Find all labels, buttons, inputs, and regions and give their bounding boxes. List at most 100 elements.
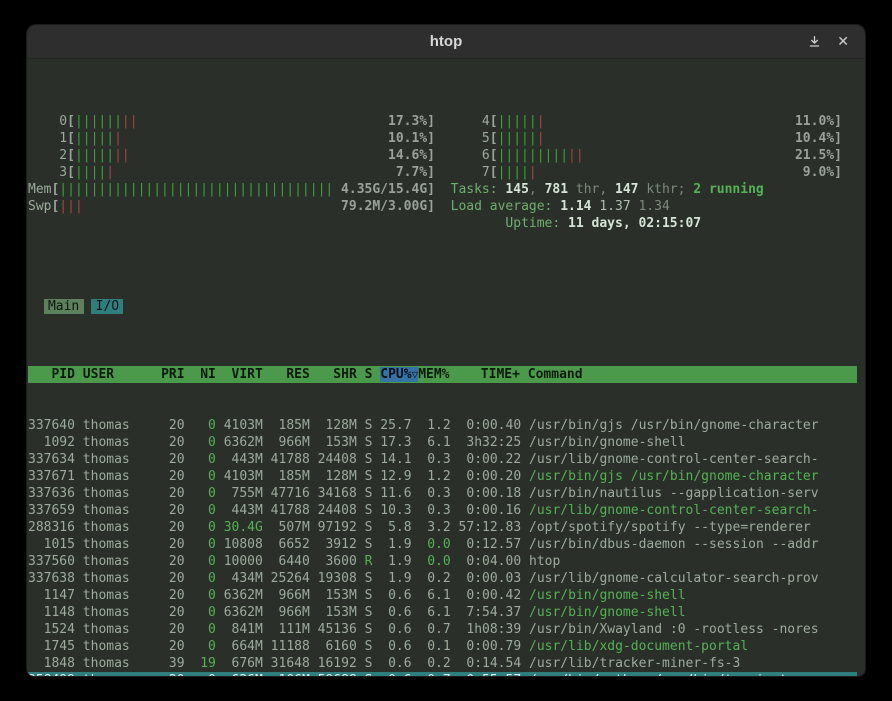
column-header-mem[interactable]: MEM% (418, 367, 457, 382)
cell-virt: 4103M (224, 469, 271, 484)
cell-shr: 3600 (318, 554, 365, 569)
cell-ni: 0 (192, 639, 223, 654)
process-row-337634[interactable]: 337634 thomas 20 0 443M 41788 24408 S 14… (28, 451, 857, 468)
process-row-1015[interactable]: 1015 thomas 20 0 10808 6652 3912 S 1.9 0… (28, 536, 857, 553)
info-text: ; (678, 182, 694, 197)
cell-pid: 337659 (28, 503, 83, 518)
info-text: 781 (545, 182, 568, 197)
column-header-res[interactable]: RES (271, 367, 318, 382)
meter-value: 10.1% (388, 130, 427, 147)
cell-cpu: 1.9 (380, 571, 419, 586)
column-header-pri[interactable]: PRI (161, 367, 192, 382)
cell-pri: 20 (161, 520, 192, 535)
info-text: 147 (615, 182, 638, 197)
cell-user: thomas (83, 435, 161, 450)
cell-shr: 19308 (318, 571, 365, 586)
cell-s: S (365, 639, 381, 654)
cell-s: S (365, 537, 381, 552)
column-header-cmd[interactable]: Command (528, 367, 818, 382)
column-header-s[interactable]: S (365, 367, 381, 382)
process-row-1147[interactable]: 1147 thomas 20 0 6362M 966M 153M S 0.6 6… (28, 587, 857, 604)
cell-cpu: 0.6 (380, 588, 419, 603)
cell-s: S (365, 452, 381, 467)
meter-value: 79.2M/3.00G (341, 198, 427, 215)
cell-pri: 20 (161, 503, 192, 518)
process-row-337671[interactable]: 337671 thomas 20 0 4103M 185M 128M S 12.… (28, 468, 857, 485)
cell-ni: 0 (192, 622, 223, 637)
info-text: Tasks: (451, 182, 506, 197)
cell-cpu: 1.9 (380, 537, 419, 552)
cell-user: thomas (83, 503, 161, 518)
meter-bracket: ] (834, 130, 842, 147)
cell-res: 966M (271, 588, 318, 603)
cell-pid: 337636 (28, 486, 83, 501)
cell-mem: 3.2 (419, 520, 458, 535)
cell-mem: 0.2 (419, 656, 458, 671)
meter-bars: ||||||||| (498, 147, 568, 164)
cell-mem: 0.0 (419, 554, 458, 569)
meter-value: 17.3% (388, 113, 427, 130)
meter-bars: ||||| (75, 130, 114, 147)
info-text: thr (568, 182, 599, 197)
htop-terminal[interactable]: 0[||||||||17.3%]4[||||||11.0%]1[||||||10… (27, 59, 865, 677)
process-row-337560[interactable]: 337560 thomas 20 0 10000 6440 3600 R 1.9… (28, 553, 857, 570)
process-row-1524[interactable]: 1524 thomas 20 0 841M 111M 45136 S 0.6 0… (28, 621, 857, 638)
column-header-time[interactable]: TIME+ (457, 367, 527, 382)
cell-pid: 1745 (28, 639, 83, 654)
column-header-pid[interactable]: PID (28, 367, 83, 382)
process-row-1148[interactable]: 1148 thomas 20 0 6362M 966M 153M S 0.6 6… (28, 604, 857, 621)
column-header-user[interactable]: USER (83, 367, 161, 382)
cell-ni: 0 (192, 537, 223, 552)
cell-virt: 626M (224, 673, 271, 677)
cell-user: thomas (83, 622, 161, 637)
cell-time: 3h32:25 (459, 435, 529, 450)
info-text: 1.37 (599, 199, 638, 214)
meter-bracket: [ (67, 113, 75, 130)
cpu6-meter: 6[|||||||||||21.5%] (451, 147, 842, 164)
tab-io[interactable]: I/O (91, 299, 123, 314)
cell-time: 0:00.20 (459, 469, 529, 484)
process-row-337638[interactable]: 337638 thomas 20 0 434M 25264 19308 S 1.… (28, 570, 857, 587)
cell-res: 41788 (271, 503, 318, 518)
cell-ni: 0 (192, 503, 223, 518)
process-row-1848[interactable]: 1848 thomas 39 19 676M 31648 16192 S 0.6… (28, 655, 857, 672)
meter-bracket: [ (51, 198, 59, 215)
meter-bracket: ] (427, 164, 435, 181)
meter-bars: || (114, 147, 130, 164)
titlebar-actions: ✕ (808, 35, 865, 49)
process-row-337636[interactable]: 337636 thomas 20 0 755M 47716 34168 S 11… (28, 485, 857, 502)
cell-cpu: 0.6 (380, 639, 419, 654)
cell-time: 0:00.40 (459, 418, 529, 433)
meter-bracket: ] (834, 147, 842, 164)
meter-bracket: ] (427, 113, 435, 130)
cell-res: 11188 (271, 639, 318, 654)
process-row-1092[interactable]: 1092 thomas 20 0 6362M 966M 153M S 17.3 … (28, 434, 857, 451)
cell-user: thomas (83, 452, 161, 467)
meter-bars: ||||||||||||||||||||||||||||||||||| (59, 181, 333, 198)
cell-res: 6440 (271, 554, 318, 569)
meter-bars: | (106, 164, 114, 181)
process-row-337640[interactable]: 337640 thomas 20 0 4103M 185M 128M S 25.… (28, 417, 857, 434)
process-row-258499[interactable]: 258499 thomas 20 0 626M 106M 59688 S 0.6… (28, 672, 857, 677)
cell-pid: 258499 (28, 673, 83, 677)
cell-pid: 1015 (28, 537, 83, 552)
cell-mem: 0.3 (419, 503, 458, 518)
download-icon[interactable] (808, 35, 821, 48)
cell-user: thomas (83, 554, 161, 569)
cell-mem: 0.2 (419, 571, 458, 586)
column-header-ni[interactable]: NI (192, 367, 223, 382)
column-header-shr[interactable]: SHR (318, 367, 365, 382)
titlebar[interactable]: htop ✕ (27, 25, 865, 59)
tab-main[interactable]: Main (44, 299, 84, 314)
process-row-337659[interactable]: 337659 thomas 20 0 443M 41788 24408 S 10… (28, 502, 857, 519)
close-icon[interactable]: ✕ (837, 35, 849, 49)
meter-bars: |||| (498, 164, 529, 181)
cell-ni: 0 (192, 605, 223, 620)
column-header-virt[interactable]: VIRT (224, 367, 271, 382)
cell-virt: 10000 (224, 554, 271, 569)
cell-mem: 6.1 (419, 435, 458, 450)
process-row-1745[interactable]: 1745 thomas 20 0 664M 11188 6160 S 0.6 0… (28, 638, 857, 655)
cell-time: 1h08:39 (459, 622, 529, 637)
column-header-cpu[interactable]: CPU%▽ (380, 367, 418, 382)
process-row-288316[interactable]: 288316 thomas 20 0 30.4G 507M 97192 S 5.… (28, 519, 857, 536)
